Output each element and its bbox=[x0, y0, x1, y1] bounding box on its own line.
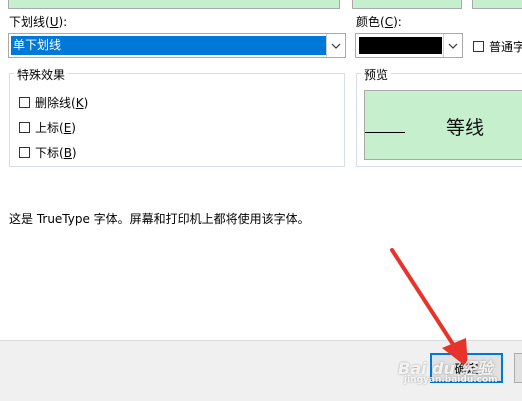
color-select[interactable] bbox=[355, 33, 463, 58]
preview-text: 等线 bbox=[446, 117, 485, 139]
chevron-down-icon[interactable] bbox=[443, 34, 462, 57]
normal-font-checkbox[interactable]: 普通字 bbox=[473, 38, 522, 55]
preview-title: 预览 bbox=[361, 66, 392, 83]
cancel-button[interactable] bbox=[514, 353, 522, 383]
chevron-down-icon[interactable] bbox=[326, 34, 345, 57]
underline-label: 下划线(U): bbox=[9, 15, 68, 29]
effects-title: 特殊效果 bbox=[14, 66, 69, 83]
font-style-field[interactable] bbox=[352, 0, 462, 9]
superscript-label: 上标(E) bbox=[35, 121, 76, 135]
strikethrough-label: 删除线(K) bbox=[35, 96, 89, 110]
font-name-field[interactable] bbox=[8, 0, 340, 9]
watermark-url: jingyan.baidu.com bbox=[404, 375, 498, 385]
preview-underline bbox=[365, 132, 405, 133]
underline-select[interactable]: 单下划线 bbox=[8, 33, 346, 58]
superscript-checkbox[interactable]: 上标(E) bbox=[19, 119, 76, 136]
font-info-text: 这是 TrueType 字体。屏幕和打印机上都将使用该字体。 bbox=[9, 212, 310, 226]
checkbox-box[interactable] bbox=[473, 41, 484, 52]
font-size-field[interactable] bbox=[472, 0, 522, 9]
annotation-arrow-icon bbox=[390, 248, 468, 368]
subscript-label: 下标(B) bbox=[35, 146, 77, 160]
subscript-checkbox[interactable]: 下标(B) bbox=[19, 144, 77, 161]
color-swatch bbox=[359, 37, 442, 54]
preview-area: 等线 bbox=[364, 90, 522, 160]
strikethrough-checkbox[interactable]: 删除线(K) bbox=[19, 94, 88, 111]
checkbox-box[interactable] bbox=[19, 122, 30, 133]
checkbox-box[interactable] bbox=[19, 97, 30, 108]
underline-selected-value: 单下划线 bbox=[11, 36, 327, 55]
normal-font-label: 普通字 bbox=[489, 40, 522, 54]
color-label: 颜色(C): bbox=[356, 15, 402, 29]
checkbox-box[interactable] bbox=[19, 147, 30, 158]
